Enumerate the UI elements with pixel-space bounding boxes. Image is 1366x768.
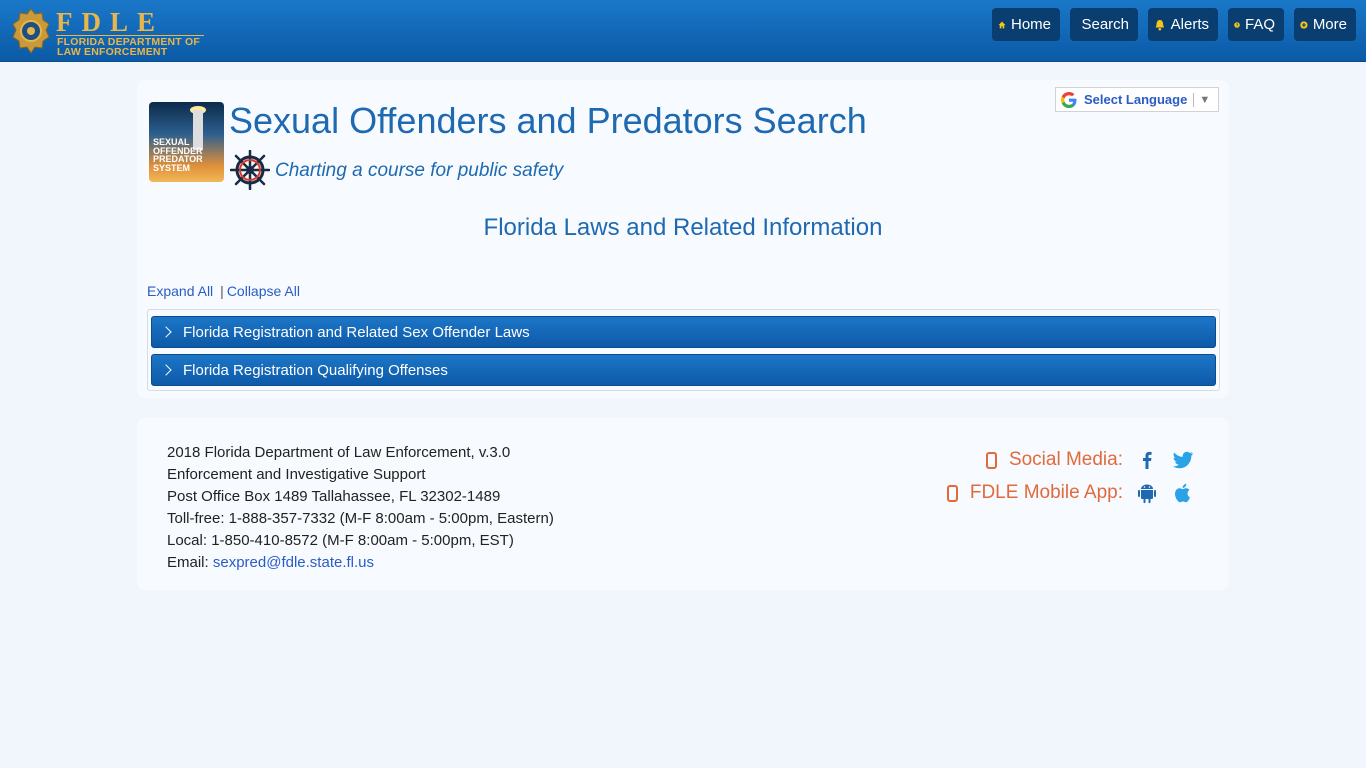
question-icon: ? bbox=[1234, 21, 1240, 28]
footer-tollfree: Toll-free: 1-888-357-7332 (M-F 8:00am - … bbox=[167, 510, 554, 527]
svg-text:?: ? bbox=[1236, 22, 1239, 27]
site-title: Sexual Offenders and Predators Search bbox=[229, 100, 867, 141]
language-select-label: Select Language bbox=[1084, 92, 1188, 107]
accordion-label: Florida Registration Qualifying Offenses bbox=[183, 361, 448, 379]
collapse-all-link[interactable]: Collapse All bbox=[227, 283, 300, 299]
mobile-app-label: FDLE Mobile App: bbox=[969, 482, 1123, 503]
nav-search-button[interactable]: Search bbox=[1070, 8, 1138, 41]
chevron-right-icon bbox=[160, 364, 172, 376]
email-label: Email: bbox=[167, 554, 209, 571]
ship-wheel-icon bbox=[230, 150, 270, 190]
nav-more-label: More bbox=[1312, 16, 1347, 33]
accordion-qualifying-offenses[interactable]: Florida Registration Qualifying Offenses bbox=[151, 354, 1216, 386]
footer-local-phone: Local: 1-850-410-8572 (M-F 8:00am - 5:00… bbox=[167, 532, 514, 549]
nav-faq-label: FAQ bbox=[1244, 16, 1275, 33]
accordion-container: Florida Registration and Related Sex Off… bbox=[147, 309, 1220, 391]
system-logo-line: SYSTEM bbox=[153, 162, 191, 173]
apple-icon[interactable] bbox=[1171, 481, 1195, 505]
footer-contact-info: 2018 Florida Department of Law Enforceme… bbox=[167, 442, 554, 574]
email-link[interactable]: sexpred@fdle.state.fl.us bbox=[213, 554, 374, 571]
google-icon bbox=[1061, 91, 1077, 108]
footer-card: 2018 Florida Department of Law Enforceme… bbox=[137, 418, 1229, 590]
accordion-label: Florida Registration and Related Sex Off… bbox=[183, 323, 530, 341]
nav-alerts-label: Alerts bbox=[1170, 16, 1209, 33]
logo-subtitle: FLORIDA DEPARTMENT OF LAW ENFORCEMENT bbox=[57, 37, 200, 58]
nav-alerts-button[interactable]: Alerts bbox=[1148, 8, 1218, 41]
footer-division: Enforcement and Investigative Support bbox=[167, 466, 426, 483]
footer-address: Post Office Box 1489 Tallahassee, FL 323… bbox=[167, 488, 501, 505]
logo-title: FDLE bbox=[56, 7, 165, 37]
tagline: Charting a course for public safety bbox=[275, 160, 564, 181]
mobile-app-row: FDLE Mobile App: bbox=[946, 481, 1195, 505]
lighthouse-logo-image: SEXUAL OFFENDER PREDATOR SYSTEM bbox=[149, 102, 224, 182]
chevron-down-icon: ▼ bbox=[1199, 93, 1211, 106]
twitter-icon[interactable] bbox=[1171, 448, 1195, 472]
footer-copyright: 2018 Florida Department of Law Enforceme… bbox=[167, 444, 511, 461]
nav-home-button[interactable]: Home bbox=[992, 8, 1060, 41]
mobile-phone-icon bbox=[946, 484, 958, 502]
social-media-label: Social Media: bbox=[1008, 449, 1123, 470]
bell-icon bbox=[1155, 19, 1164, 30]
fdle-logo[interactable]: FDLE FLORIDA DEPARTMENT OF LAW ENFORCEME… bbox=[10, 6, 210, 58]
facebook-icon[interactable] bbox=[1135, 448, 1159, 472]
social-media-row: Social Media: bbox=[985, 448, 1195, 472]
home-icon bbox=[998, 21, 1006, 28]
controls-divider: | bbox=[220, 283, 224, 299]
expand-collapse-controls: Expand All | Collapse All bbox=[147, 283, 300, 299]
accordion-registration-laws[interactable]: Florida Registration and Related Sex Off… bbox=[151, 316, 1216, 348]
system-logo-text: SEXUAL OFFENDER PREDATOR SYSTEM bbox=[153, 138, 203, 172]
mobile-phone-icon bbox=[985, 451, 997, 469]
nav-search-label: Search bbox=[1081, 16, 1129, 33]
chevron-right-icon bbox=[160, 326, 172, 338]
language-select[interactable]: Select Language ▼ bbox=[1055, 87, 1219, 112]
plus-circle-icon bbox=[1300, 20, 1308, 29]
logo-subtitle-line2: LAW ENFORCEMENT bbox=[57, 46, 168, 58]
nav-home-label: Home bbox=[1010, 16, 1051, 33]
main-card: Select Language ▼ SEXUAL OFFENDER PREDAT… bbox=[137, 80, 1229, 398]
nav-faq-button[interactable]: ? FAQ bbox=[1228, 8, 1284, 41]
top-header: FDLE FLORIDA DEPARTMENT OF LAW ENFORCEME… bbox=[0, 0, 1366, 62]
footer-email-row: Email: sexpred@fdle.state.fl.us bbox=[167, 552, 554, 574]
fdle-badge-icon bbox=[12, 8, 50, 54]
language-separator bbox=[1193, 92, 1195, 107]
page-title: Florida Laws and Related Information bbox=[483, 214, 883, 241]
android-icon[interactable] bbox=[1135, 481, 1159, 505]
nav-more-button[interactable]: More bbox=[1294, 8, 1356, 41]
expand-all-link[interactable]: Expand All bbox=[147, 283, 213, 299]
